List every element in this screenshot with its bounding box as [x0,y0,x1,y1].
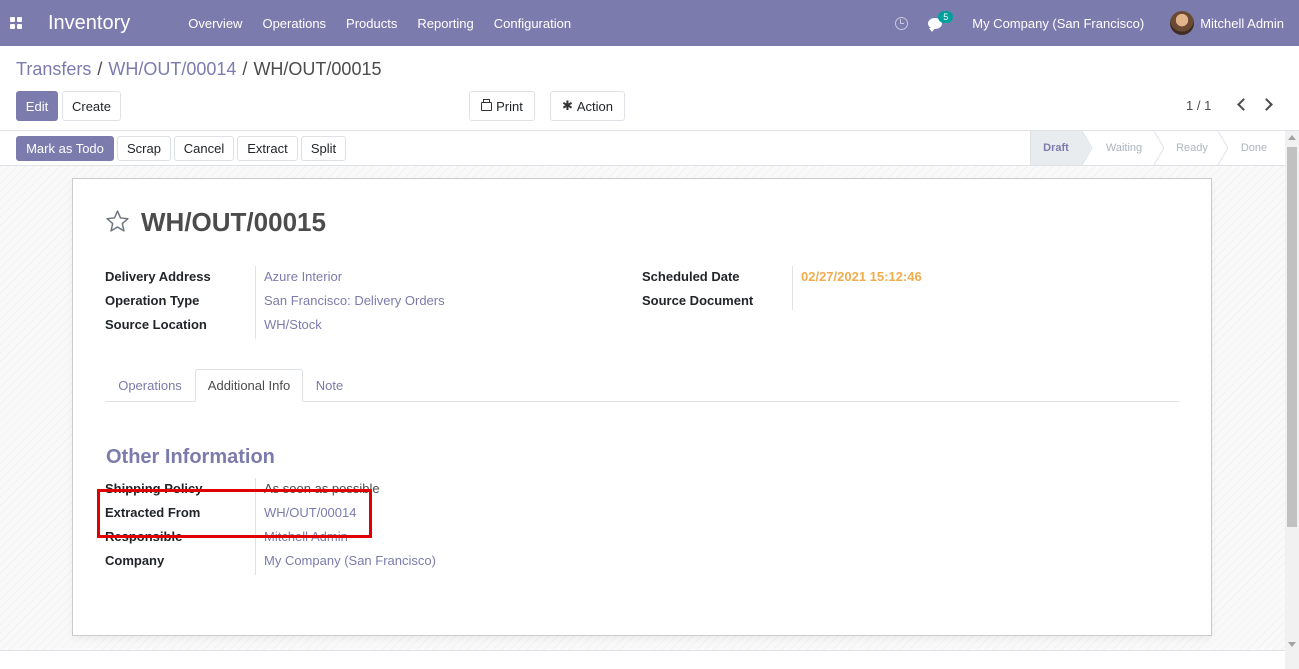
operation-type-value[interactable]: San Francisco: Delivery Orders [264,293,445,308]
edit-button[interactable]: Edit [16,91,58,121]
delivery-address-label: Delivery Address [105,269,211,284]
stage-draft: Draft [1030,131,1082,165]
stage-border [1030,131,1031,165]
extract-button[interactable]: Extract [237,136,298,161]
menu-overview[interactable]: Overview [178,16,252,31]
menu-products[interactable]: Products [336,16,407,31]
print-icon [481,98,493,111]
delivery-address-value[interactable]: Azure Interior [264,269,342,284]
section-title: Other Information [106,446,275,468]
pager-next-icon[interactable] [1260,98,1273,111]
scroll-down-icon[interactable] [1288,642,1296,647]
messages-count-badge: 5 [938,10,954,23]
operation-type-label: Operation Type [105,293,200,308]
source-location-value[interactable]: WH/Stock [264,317,322,332]
print-button[interactable]: Print [469,91,535,121]
menu-configuration[interactable]: Configuration [484,16,581,31]
user-avatar[interactable] [1170,11,1195,35]
create-button[interactable]: Create [62,91,121,121]
action-label: Action [576,98,614,114]
user-menu[interactable]: Mitchell Admin [1200,16,1284,31]
company-switcher[interactable]: My Company (San Francisco) [972,16,1144,31]
breadcrumb-separator: / [97,59,103,79]
cancel-button[interactable]: Cancel [174,136,234,161]
vertical-scrollbar[interactable] [1285,131,1299,669]
split-button[interactable]: Split [301,136,346,161]
navbar-systray: 5 My Company (San Francisco) Mitchell Ad… [895,0,1299,46]
scroll-up-icon[interactable] [1288,135,1296,140]
breadcrumb-current: WH/OUT/00015 [253,59,382,79]
apps-menu-icon[interactable] [10,17,22,29]
scheduled-date-label: Scheduled Date [642,269,740,284]
app-name[interactable]: Inventory [48,12,130,35]
pager-value[interactable]: 1 / 1 [1186,98,1211,113]
gear-icon: ✱ [561,98,573,113]
breadcrumb: Transfers / WH/OUT/00014 / WH/OUT/00015 [16,59,381,80]
record-title: WH/OUT/00015 [141,207,326,237]
print-label: Print [496,98,523,114]
stage-chevrons [1082,131,1229,165]
source-location-label: Source Location [105,317,207,332]
scheduled-date-value[interactable]: 02/27/2021 15:12:46 [801,269,922,284]
menu-operations[interactable]: Operations [252,16,336,31]
top-navbar: Inventory Overview Operations Products R… [0,0,1299,46]
source-document-label: Source Document [642,293,754,308]
breadcrumb-separator: / [242,59,248,79]
breadcrumb-transfers[interactable]: Transfers [16,59,91,80]
menu-reporting[interactable]: Reporting [407,16,483,31]
company-label: Company [105,553,165,568]
favorite-star-icon[interactable] [105,209,130,234]
field-separator [255,266,256,339]
messaging-menu[interactable]: 5 [928,10,954,32]
activity-clock-icon[interactable] [895,16,909,30]
field-separator [792,266,793,310]
pager-previous-icon[interactable] [1237,98,1250,111]
action-button[interactable]: ✱ Action [550,91,625,121]
mark-as-todo-button[interactable]: Mark as Todo [16,136,114,161]
scrap-button[interactable]: Scrap [117,136,171,161]
form-sheet [72,178,1212,636]
tab-operations[interactable]: Operations [105,369,195,402]
tab-note[interactable]: Note [303,369,356,402]
main-menu: Overview Operations Products Reporting C… [178,16,581,31]
company-value[interactable]: My Company (San Francisco) [264,553,436,568]
breadcrumb-source-transfer[interactable]: WH/OUT/00014 [108,59,236,80]
chatter-area [0,650,1285,669]
tab-additional-info[interactable]: Additional Info [195,369,303,402]
scrollbar-thumb[interactable] [1287,147,1297,527]
highlight-annotation-box [97,489,372,538]
